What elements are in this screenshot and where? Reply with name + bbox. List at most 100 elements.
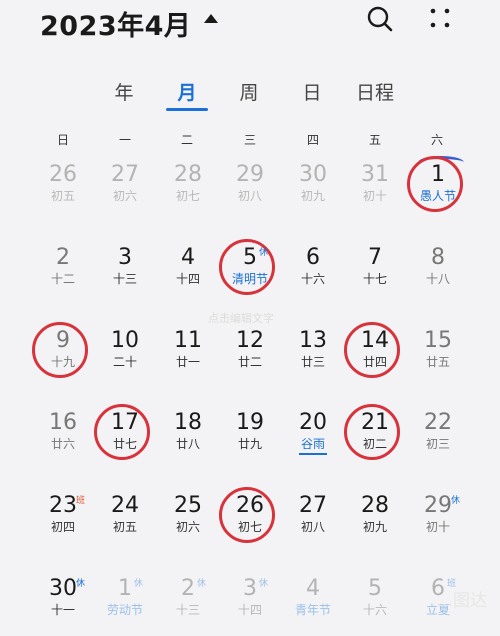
calendar-day-cell[interactable]: 7 十七 <box>344 245 406 305</box>
calendar-day-cell[interactable]: 27 初六 <box>94 162 156 222</box>
red-circle-mark <box>407 156 463 212</box>
workday-badge: 班 <box>76 496 86 506</box>
lunar-date: 十三 <box>175 603 200 617</box>
calendar-day-cell[interactable]: 26 初五 <box>32 162 94 222</box>
lunar-date: 初八 <box>300 520 325 534</box>
calendar-day-cell[interactable]: 21 初二 <box>344 404 406 470</box>
calendar-day-cell[interactable]: 15 廿五 <box>407 328 469 388</box>
active-tab-indicator <box>166 108 208 111</box>
calendar-day-cell[interactable]: 16 廿六 <box>32 410 94 470</box>
calendar-day-cell[interactable]: 31 初十 <box>344 162 406 222</box>
lunar-date: 初四 <box>50 520 75 534</box>
calendar-day-cell[interactable]: 9 十九 <box>32 322 94 388</box>
calendar-day-cell[interactable]: 12 廿二 <box>219 328 281 388</box>
calendar-day-cell[interactable]: 6 十六 <box>282 245 344 305</box>
calendar-day-cell[interactable]: 10 二十 <box>94 328 156 388</box>
caret-up-icon[interactable] <box>204 14 218 23</box>
weekday-label: 二 <box>180 133 193 147</box>
weekday-header: 日 一 二 三 四 五 六 <box>0 131 500 151</box>
calendar-day-cell[interactable]: 11 廿一 <box>157 328 219 388</box>
day-number: 30 <box>299 162 327 187</box>
lunar-date: 初五 <box>112 520 137 534</box>
calendar-day-cell[interactable]: 3 十三 <box>94 245 156 305</box>
day-number: 7 <box>368 245 382 270</box>
calendar-day-cell[interactable]: 28 初七 <box>157 162 219 222</box>
day-number: 6 <box>306 245 320 270</box>
day-number: 19 <box>236 410 264 435</box>
calendar-day-cell[interactable]: 25 初六 <box>157 493 219 553</box>
red-circle-mark <box>219 487 275 543</box>
month-title[interactable]: 2023年4月 <box>40 4 191 43</box>
calendar-day-cell[interactable]: 3 十四 休 <box>219 576 281 636</box>
lunar-date: 十二 <box>50 272 75 286</box>
calendar-day-cell[interactable]: 26 初七 <box>219 487 281 553</box>
day-number: 4 <box>306 576 320 601</box>
calendar-day-cell[interactable]: 4 青年节 <box>282 576 344 636</box>
calendar-day-cell[interactable]: 2 十三 休 <box>157 576 219 636</box>
lunar-date: 十一 <box>50 603 75 617</box>
weekday-label: 三 <box>243 133 256 147</box>
calendar-day-cell[interactable]: 4 十四 <box>157 245 219 305</box>
lunar-date: 谷雨 <box>300 437 325 451</box>
lunar-date: 初十 <box>362 189 387 203</box>
calendar-day-cell[interactable]: 5 十六 <box>344 576 406 636</box>
day-number: 1 <box>118 576 132 601</box>
lunar-date: 初六 <box>175 520 200 534</box>
calendar-day-cell[interactable]: 29 初八 <box>219 162 281 222</box>
day-number: 12 <box>236 328 264 353</box>
lunar-date: 劳动节 <box>106 603 143 617</box>
calendar-day-cell[interactable]: 23 初四班 <box>32 493 94 553</box>
calendar-day-cell[interactable]: 17 廿七 <box>94 404 156 470</box>
watermark: …图达 <box>436 591 487 611</box>
calendar-day-cell[interactable]: 14 廿四 <box>344 322 406 388</box>
red-circle-mark <box>344 404 400 460</box>
calendar-day-cell[interactable]: 1 劳动节 休 <box>94 576 156 636</box>
lunar-date: 初七 <box>175 189 200 203</box>
tab-month[interactable]: 月 <box>157 78 217 105</box>
lunar-date: 初十 <box>425 520 450 534</box>
solar-term-underline <box>299 453 327 455</box>
calendar-day-cell[interactable]: 2 十二 <box>32 245 94 305</box>
calendar-day-cell[interactable]: 29 初十休 <box>407 493 469 553</box>
calendar-day-cell[interactable]: 13 廿三 <box>282 328 344 388</box>
calendar-day-cell[interactable]: 30 初九 <box>282 162 344 222</box>
red-circle-mark <box>94 404 150 460</box>
view-switcher: 年 月 周 日 日程 <box>0 70 500 114</box>
lunar-date: 十六 <box>362 603 387 617</box>
day-number: 3 <box>118 245 132 270</box>
lunar-date: 十七 <box>362 272 387 286</box>
calendar-day-cell[interactable]: 28 初九 <box>344 493 406 553</box>
weekday-label: 四 <box>306 133 319 147</box>
calendar-day-cell[interactable]: 1 愚人节 <box>407 156 469 222</box>
lunar-date: 廿六 <box>50 437 75 451</box>
tab-schedule[interactable]: 日程 <box>345 78 405 105</box>
lunar-date: 廿五 <box>425 355 450 369</box>
lunar-date: 二十 <box>112 355 137 369</box>
red-circle-mark <box>344 322 400 378</box>
weekday-label: 一 <box>118 133 131 147</box>
tab-day[interactable]: 日 <box>282 78 342 105</box>
calendar-day-cell[interactable]: 24 初五 <box>94 493 156 553</box>
lunar-date: 廿一 <box>175 355 200 369</box>
holiday-badge: 休 <box>76 579 86 589</box>
day-number: 24 <box>111 493 139 518</box>
search-icon[interactable] <box>366 5 394 33</box>
lunar-date: 十四 <box>237 603 262 617</box>
calendar-day-cell[interactable]: 30 十一休 <box>32 576 94 636</box>
lunar-date: 廿三 <box>300 355 325 369</box>
day-number: 16 <box>49 410 77 435</box>
calendar-day-cell[interactable]: 19 廿九 <box>219 410 281 470</box>
day-number: 27 <box>299 493 327 518</box>
calendar-day-cell[interactable]: 18 廿八 <box>157 410 219 470</box>
calendar-day-cell[interactable]: 22 初三 <box>407 410 469 470</box>
calendar-day-cell[interactable]: 27 初八 <box>282 493 344 553</box>
tab-year[interactable]: 年 <box>94 78 154 105</box>
calendar-day-cell[interactable]: 8 十八 <box>407 245 469 305</box>
day-number: 2 <box>181 576 195 601</box>
holiday-badge: 休 <box>259 248 269 258</box>
weekday-label: 五 <box>368 133 381 147</box>
calendar-day-cell[interactable]: 5 清明节休 <box>219 239 281 305</box>
calendar-day-cell[interactable]: 20 谷雨 <box>282 410 344 470</box>
tab-week[interactable]: 周 <box>219 78 279 105</box>
more-options-icon[interactable] <box>428 6 454 32</box>
